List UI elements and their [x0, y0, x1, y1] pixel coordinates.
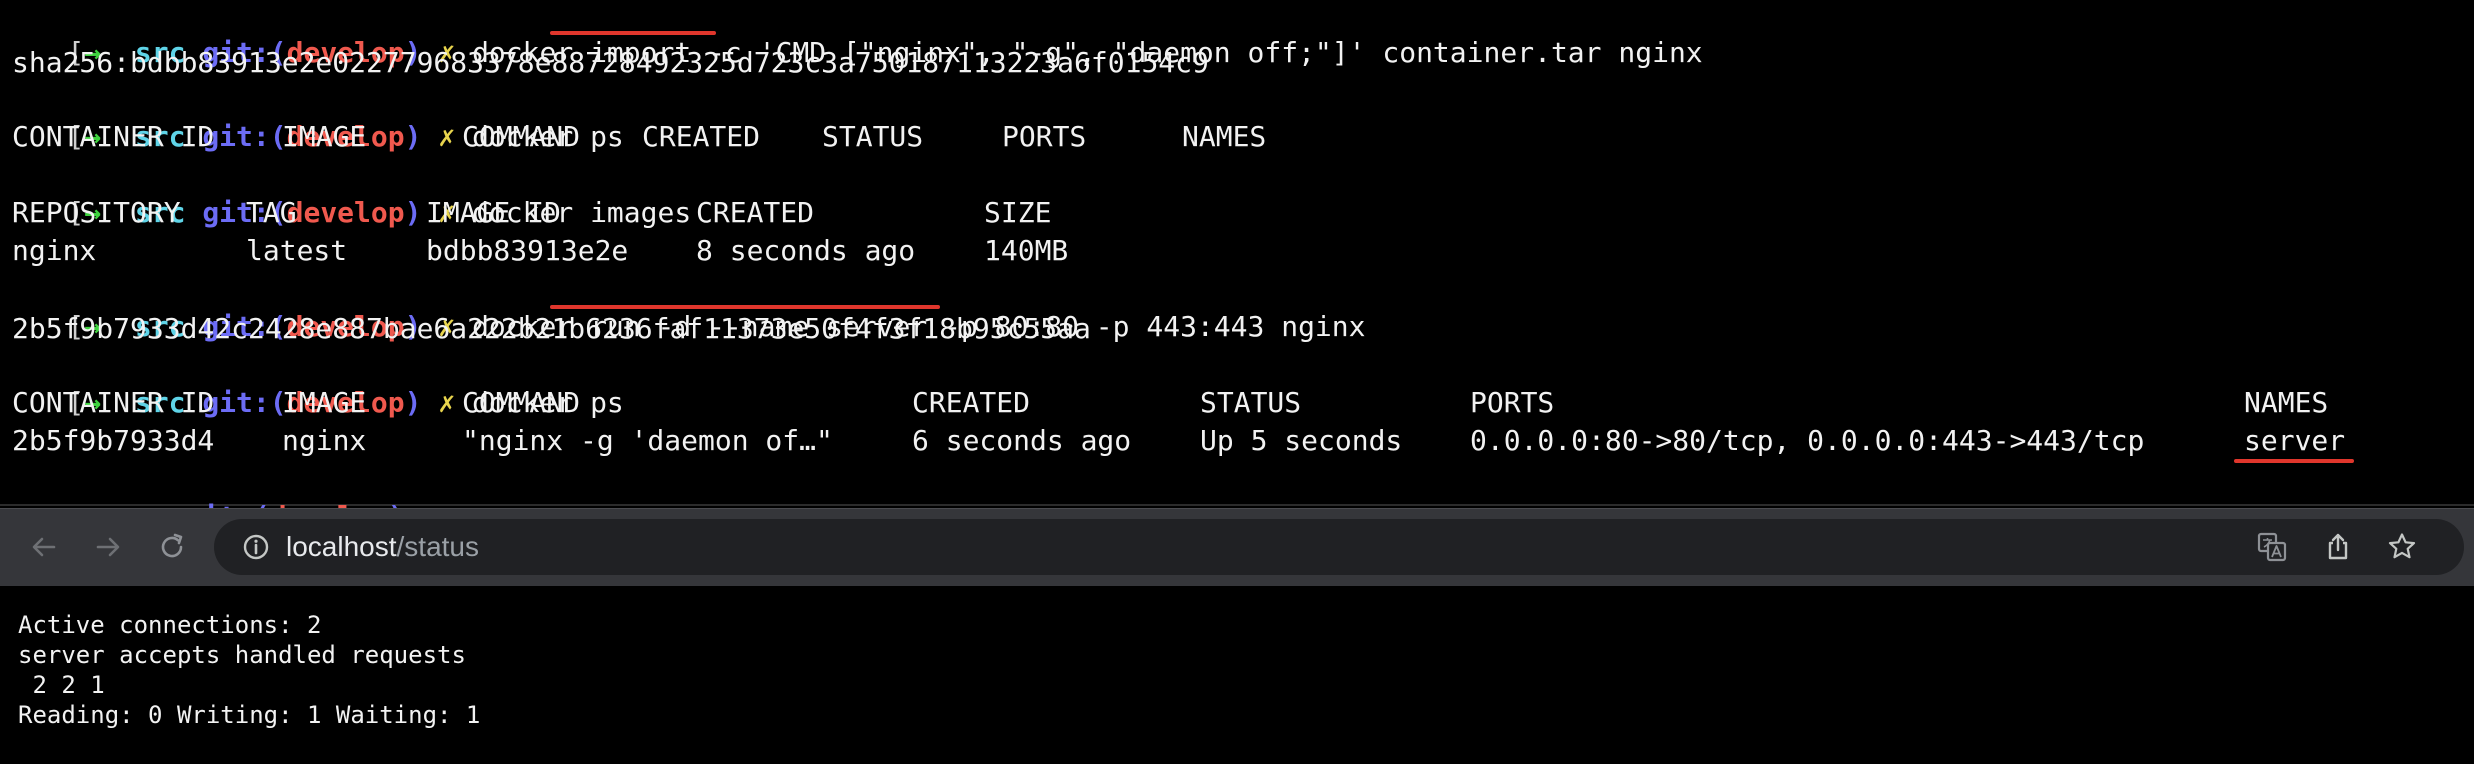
info-icon[interactable]: [234, 525, 278, 569]
ps-header-cell: IMAGE: [282, 120, 367, 153]
images-cell: bdbb83913e2e: [426, 234, 629, 267]
ps-header-cell: NAMES: [2244, 386, 2329, 419]
prompt-line: [→ src git:(develop) ✗ docker ps: [12, 346, 623, 419]
ps-header-cell: CREATED: [642, 120, 761, 153]
back-icon[interactable]: [22, 525, 66, 569]
images-header-cell: REPOSITORY: [12, 196, 181, 229]
ps-header-cell: IMAGE: [282, 386, 367, 419]
images-header-cell: TAG: [246, 196, 297, 229]
images-data-row: nginx latest bdbb83913e2e 8 seconds ago …: [0, 232, 2474, 270]
status-line: Active connections: 2: [18, 611, 336, 639]
ps-cell-names: server: [2244, 424, 2346, 457]
page-content: Active connections: 2 server accepts han…: [0, 586, 2474, 754]
prompt-line: [→ src git:(develop) ✗ docker run -d --n…: [12, 270, 1365, 343]
annotation-underline: [2234, 459, 2354, 463]
ps-header-cell: COMMAND: [462, 120, 581, 153]
ps-cell-command: "nginx -g 'daemon of…": [462, 424, 833, 457]
ps-header-cell: PORTS: [1470, 386, 1555, 419]
terminal-window[interactable]: [→ src git:(develop) ✗ docker import -c …: [0, 0, 2474, 533]
ps-data-row: 2b5f9b7933d4 nginx "nginx -g 'daemon of……: [0, 422, 2474, 460]
images-header-cell: CREATED: [696, 196, 815, 229]
images-cell: 140MB: [984, 234, 1069, 267]
images-cell: nginx: [12, 234, 97, 267]
images-header-cell: IMAGE ID: [426, 196, 561, 229]
url-host: localhost: [286, 531, 397, 562]
status-line: Reading: 0 Writing: 1 Waiting: 1: [18, 701, 495, 729]
ps-header-cell: CONTAINER ID: [12, 120, 215, 153]
output-line: 2b5f9b7933d42c2428e887bae6a222b21b6236fa…: [12, 312, 1091, 345]
reload-icon[interactable]: [150, 525, 194, 569]
prompt-line: [→ src git:(develop) ✗ docker import -c …: [12, 0, 1702, 69]
ps-header-cell: CONTAINER ID: [12, 386, 215, 419]
url-path: /status: [396, 531, 479, 562]
ps-cell-container-id: 2b5f9b7933d4: [12, 424, 215, 457]
prompt-line: [→ src git:(develop) ✗ docker ps: [12, 80, 623, 153]
ps-header-row: CONTAINER ID IMAGE COMMAND CREATED STATU…: [0, 118, 2474, 156]
status-line: server accepts handled requests: [18, 641, 466, 669]
annotation-underline: [550, 305, 940, 309]
ps-cell-created: 6 seconds ago: [912, 424, 1132, 457]
bookmark-star-icon[interactable]: [2380, 525, 2424, 569]
ps-header-cell: COMMAND: [462, 386, 581, 419]
ps-cell-ports: 0.0.0.0:80->80/tcp, 0.0.0.0:443->443/tcp: [1470, 424, 2145, 457]
images-cell: 8 seconds ago: [696, 234, 916, 267]
annotation-underline: [550, 31, 716, 35]
prompt-line[interactable]: → src git:(develop) ✗: [12, 460, 438, 533]
ps-header-cell: NAMES: [1182, 120, 1267, 153]
ps-cell-status: Up 5 seconds: [1200, 424, 1403, 457]
ps-header-cell: CREATED: [912, 386, 1031, 419]
ps-header-cell: STATUS: [1200, 386, 1302, 419]
address-bar[interactable]: localhost/status: [214, 519, 2464, 575]
ps-header-cell: PORTS: [1002, 120, 1087, 153]
prompt-line: [→ src git:(develop) ✗ docker images: [12, 156, 691, 229]
url-text[interactable]: localhost/status: [286, 519, 479, 575]
ps-header-cell: STATUS: [822, 120, 924, 153]
ps-cell-image: nginx: [282, 424, 367, 457]
translate-icon[interactable]: [2250, 525, 2294, 569]
share-icon[interactable]: [2316, 525, 2360, 569]
ps-header-row: CONTAINER ID IMAGE COMMAND CREATED STATU…: [0, 384, 2474, 422]
status-line: 2 2 1: [18, 671, 120, 699]
images-header-cell: SIZE: [984, 196, 1052, 229]
forward-icon[interactable]: [86, 525, 130, 569]
output-line: sha256:bdbb83913e2e022779683378e88728492…: [12, 46, 1209, 79]
images-header-row: REPOSITORY TAG IMAGE ID CREATED SIZE: [0, 194, 2474, 232]
images-cell: latest: [246, 234, 348, 267]
browser-toolbar: localhost/status: [0, 508, 2474, 586]
